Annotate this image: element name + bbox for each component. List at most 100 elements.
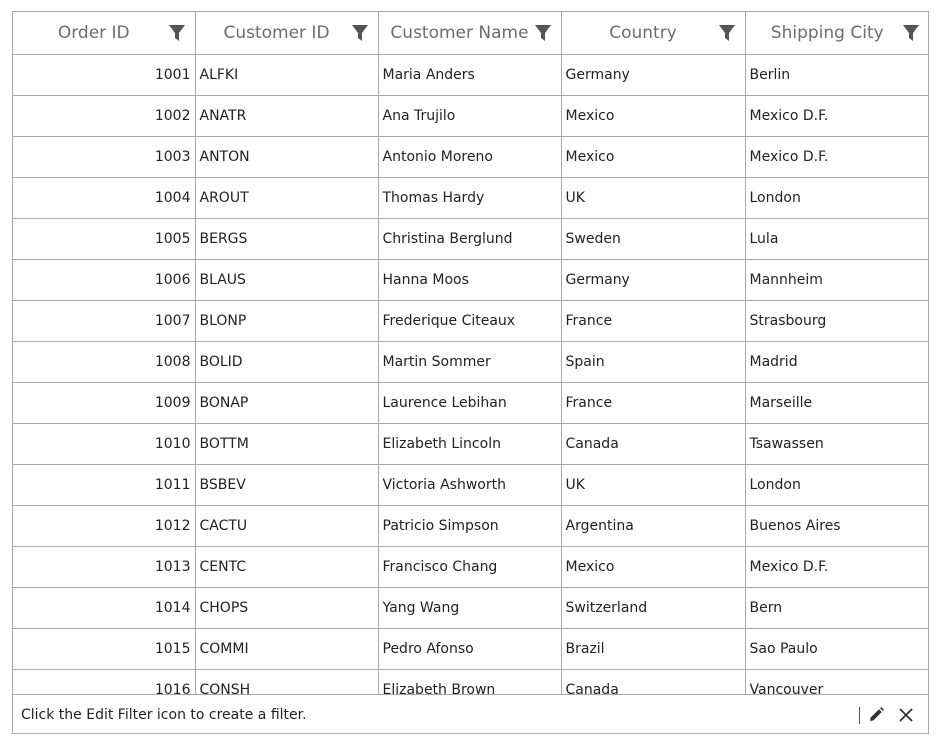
customer-name-cell[interactable]: Pedro Afonso [378,628,562,670]
customer-name-cell[interactable]: Thomas Hardy [378,177,562,219]
country-cell[interactable]: Brazil [561,628,746,670]
country-cell[interactable]: Canada [561,423,746,465]
order-id-cell[interactable]: 1015 [13,628,196,670]
country-cell[interactable]: Switzerland [561,587,746,629]
customer-name-cell[interactable]: Victoria Ashworth [378,464,562,506]
table-row[interactable]: 1001 ALFKI Maria Anders Germany Berlin [13,54,929,96]
column-header-customer-id[interactable]: Customer ID [195,12,379,55]
column-header-country[interactable]: Country [561,12,746,55]
filter-icon[interactable] [168,24,186,42]
shipping-city-cell[interactable]: Tsawassen [745,423,929,465]
column-header-shipping-city[interactable]: Shipping City [745,12,929,55]
shipping-city-cell[interactable]: Mannheim [745,259,929,301]
table-row[interactable]: 1013 CENTC Francisco Chang Mexico Mexico D.F… [13,546,929,588]
order-id-cell[interactable]: 1013 [13,546,196,588]
customer-id-cell[interactable]: BSBEV [195,464,379,506]
pencil-icon[interactable] [867,706,885,724]
table-row[interactable]: 1011 BSBEV Victoria Ashworth UK London [13,464,929,506]
customer-name-cell[interactable]: Antonio Moreno [378,136,562,178]
customer-name-cell[interactable]: Christina Berglund [378,218,562,260]
customer-id-cell[interactable]: CENTC [195,546,379,588]
customer-name-cell[interactable]: Elizabeth Lincoln [378,423,562,465]
table-row[interactable]: 1014 CHOPS Yang Wang Switzerland Bern [13,587,929,629]
shipping-city-cell[interactable]: London [745,464,929,506]
customer-id-cell[interactable]: CHOPS [195,587,379,629]
customer-id-cell[interactable]: ANATR [195,95,379,137]
shipping-city-cell[interactable]: Buenos Aires [745,505,929,547]
country-cell[interactable]: Germany [561,54,746,96]
country-cell[interactable]: Sweden [561,218,746,260]
close-icon[interactable] [897,706,915,724]
order-id-cell[interactable]: 1002 [13,95,196,137]
order-id-cell[interactable]: 1010 [13,423,196,465]
shipping-city-cell[interactable]: Lula [745,218,929,260]
shipping-city-cell[interactable]: Strasbourg [745,300,929,342]
order-id-cell[interactable]: 1004 [13,177,196,219]
country-cell[interactable]: Mexico [561,546,746,588]
column-header-order-id[interactable]: Order ID [13,12,196,55]
table-row[interactable]: 1007 BLONP Frederique Citeaux France Strasbo… [13,300,929,342]
customer-name-cell[interactable]: Maria Anders [378,54,562,96]
table-row[interactable]: 1004 AROUT Thomas Hardy UK London [13,177,929,219]
shipping-city-cell[interactable]: Sao Paulo [745,628,929,670]
country-cell[interactable]: Argentina [561,505,746,547]
order-id-cell[interactable]: 1011 [13,464,196,506]
table-row[interactable]: 1009 BONAP Laurence Lebihan France Marseille [13,382,929,424]
customer-id-cell[interactable]: BOLID [195,341,379,383]
order-id-cell[interactable]: 1006 [13,259,196,301]
table-row[interactable]: 1003 ANTON Antonio Moreno Mexico Mexico D.F. [13,136,929,178]
customer-id-cell[interactable]: ANTON [195,136,379,178]
shipping-city-cell[interactable]: Berlin [745,54,929,96]
customer-id-cell[interactable]: BOTTM [195,423,379,465]
customer-id-cell[interactable]: CACTU [195,505,379,547]
customer-id-cell[interactable]: BONAP [195,382,379,424]
shipping-city-cell[interactable]: London [745,177,929,219]
shipping-city-cell[interactable]: Mexico D.F. [745,546,929,588]
order-id-cell[interactable]: 1003 [13,136,196,178]
customer-id-cell[interactable]: COMMI [195,628,379,670]
table-row[interactable]: 1015 COMMI Pedro Afonso Brazil Sao Paulo [13,628,929,670]
customer-id-cell[interactable]: BLONP [195,300,379,342]
customer-name-cell[interactable]: Ana Trujilo [378,95,562,137]
country-cell[interactable]: Mexico [561,95,746,137]
shipping-city-cell[interactable]: Madrid [745,341,929,383]
table-row[interactable]: 1005 BERGS Christina Berglund Sweden Lula [13,218,929,260]
filter-icon[interactable] [718,24,736,42]
order-id-cell[interactable]: 1005 [13,218,196,260]
shipping-city-cell[interactable]: Marseille [745,382,929,424]
country-cell[interactable]: Mexico [561,136,746,178]
customer-name-cell[interactable]: Frederique Citeaux [378,300,562,342]
filter-icon[interactable] [902,24,920,42]
customer-name-cell[interactable]: Yang Wang [378,587,562,629]
customer-name-cell[interactable]: Francisco Chang [378,546,562,588]
order-id-cell[interactable]: 1008 [13,341,196,383]
customer-name-cell[interactable]: Hanna Moos [378,259,562,301]
country-cell[interactable]: UK [561,464,746,506]
country-cell[interactable]: France [561,300,746,342]
shipping-city-cell[interactable]: Bern [745,587,929,629]
shipping-city-cell[interactable]: Mexico D.F. [745,95,929,137]
table-row[interactable]: 1002 ANATR Ana Trujilo Mexico Mexico D.F. [13,95,929,137]
filter-icon[interactable] [351,24,369,42]
table-row[interactable]: 1006 BLAUS Hanna Moos Germany Mannheim [13,259,929,301]
customer-name-cell[interactable]: Martin Sommer [378,341,562,383]
country-cell[interactable]: UK [561,177,746,219]
column-header-customer-name[interactable]: Customer Name [378,12,562,55]
table-row[interactable]: 1010 BOTTM Elizabeth Lincoln Canada Tsawasse… [13,423,929,465]
customer-id-cell[interactable]: BERGS [195,218,379,260]
customer-id-cell[interactable]: ALFKI [195,54,379,96]
country-cell[interactable]: Germany [561,259,746,301]
table-row[interactable]: 1012 CACTU Patricio Simpson Argentina Buenos… [13,505,929,547]
customer-name-cell[interactable]: Laurence Lebihan [378,382,562,424]
customer-id-cell[interactable]: BLAUS [195,259,379,301]
country-cell[interactable]: France [561,382,746,424]
order-id-cell[interactable]: 1014 [13,587,196,629]
country-cell[interactable]: Spain [561,341,746,383]
order-id-cell[interactable]: 1007 [13,300,196,342]
order-id-cell[interactable]: 1009 [13,382,196,424]
filter-icon[interactable] [534,24,552,42]
customer-name-cell[interactable]: Patricio Simpson [378,505,562,547]
order-id-cell[interactable]: 1012 [13,505,196,547]
order-id-cell[interactable]: 1001 [13,54,196,96]
table-row[interactable]: 1008 BOLID Martin Sommer Spain Madrid [13,341,929,383]
